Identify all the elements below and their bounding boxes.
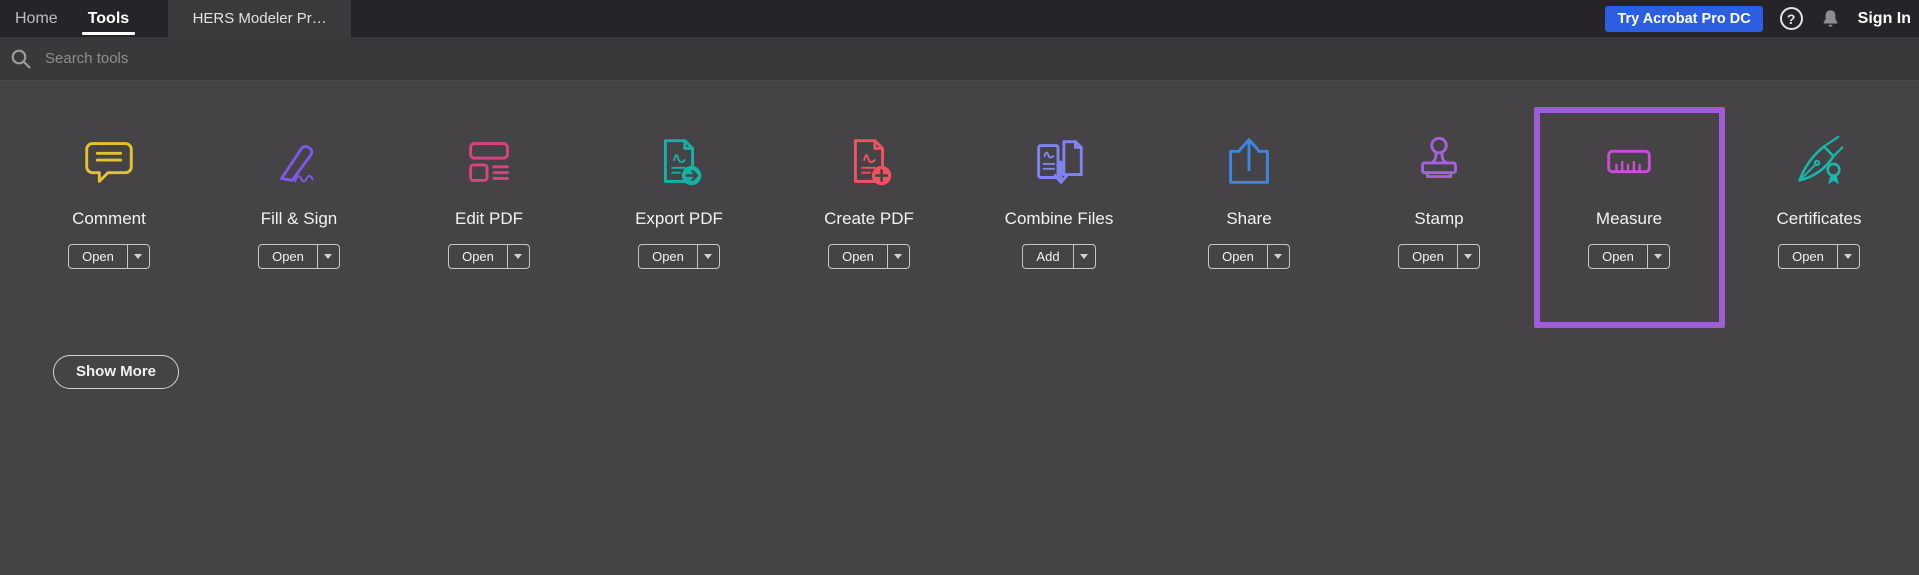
create-pdf-icon — [837, 130, 901, 194]
sign-in-button[interactable]: Sign In — [1858, 10, 1911, 28]
open-button-label[interactable]: Open — [69, 245, 128, 268]
chevron-down-icon[interactable] — [1838, 245, 1859, 268]
open-button[interactable]: Open — [1398, 244, 1480, 269]
open-button-label[interactable]: Open — [1589, 245, 1648, 268]
open-button[interactable]: Open — [1778, 244, 1860, 269]
open-button-label[interactable]: Open — [829, 245, 888, 268]
chevron-down-icon[interactable] — [508, 245, 529, 268]
open-button-label[interactable]: Open — [1399, 245, 1458, 268]
tool-tile[interactable]: Export PDF Open — [584, 104, 774, 328]
tool-label: Combine Files — [1004, 209, 1114, 228]
tool-tile[interactable]: Combine Files Add — [964, 104, 1154, 328]
open-button-label[interactable]: Open — [449, 245, 508, 268]
tab-home[interactable]: Home — [0, 0, 73, 37]
chevron-down-icon[interactable] — [1074, 245, 1095, 268]
open-button-label[interactable]: Add — [1023, 245, 1074, 268]
tool-label: Stamp — [1414, 209, 1464, 228]
open-button-label[interactable]: Open — [1779, 245, 1838, 268]
search-icon — [9, 47, 33, 71]
try-acrobat-pro-button[interactable]: Try Acrobat Pro DC — [1605, 5, 1763, 32]
help-icon[interactable] — [1779, 7, 1803, 30]
tool-tile[interactable]: Create PDF Open — [774, 104, 964, 328]
chevron-down-icon[interactable] — [1268, 245, 1289, 268]
tool-label: Measure — [1595, 209, 1663, 228]
comment-bubble-icon — [77, 130, 141, 194]
stamp-icon — [1407, 130, 1471, 194]
chevron-down-icon[interactable] — [888, 245, 909, 268]
chevron-down-icon[interactable] — [1648, 245, 1669, 268]
tool-label: Comment — [72, 209, 146, 228]
tool-tile[interactable]: Stamp Open — [1344, 104, 1534, 328]
search-input[interactable] — [45, 50, 465, 67]
chevron-down-icon[interactable] — [318, 245, 339, 268]
top-bar: Home Tools HERS Modeler Pr… Try Acrobat … — [0, 0, 1919, 37]
signature-pen-icon — [267, 130, 331, 194]
certificate-pen-icon — [1787, 130, 1851, 194]
tool-label: Edit PDF — [454, 209, 524, 228]
chevron-down-icon[interactable] — [128, 245, 149, 268]
open-button-label[interactable]: Open — [259, 245, 318, 268]
topbar-right-cluster: Try Acrobat Pro DC Sign In — [1605, 0, 1919, 37]
tool-tile[interactable]: Fill & Sign Open — [204, 104, 394, 328]
share-arrow-icon — [1217, 130, 1281, 194]
chevron-down-icon[interactable] — [698, 245, 719, 268]
export-pdf-icon — [647, 130, 711, 194]
notifications-bell-icon[interactable] — [1820, 8, 1841, 30]
edit-blocks-icon — [457, 130, 521, 194]
open-button[interactable]: Open — [258, 244, 340, 269]
tool-label: Export PDF — [635, 209, 723, 228]
document-tab[interactable]: HERS Modeler Pr… — [168, 0, 352, 37]
chevron-down-icon[interactable] — [1458, 245, 1479, 268]
open-button[interactable]: Open — [1588, 244, 1670, 269]
tool-label: Share — [1226, 209, 1272, 228]
combine-files-icon — [1027, 130, 1091, 194]
tool-tile[interactable]: Edit PDF Open — [394, 104, 584, 328]
tool-label: Certificates — [1776, 209, 1862, 228]
tool-label: Fill & Sign — [260, 209, 338, 228]
open-button[interactable]: Open — [638, 244, 720, 269]
tool-tile-highlighted[interactable]: Measure Open — [1534, 104, 1725, 328]
open-button[interactable]: Open — [1208, 244, 1290, 269]
open-button[interactable]: Open — [448, 244, 530, 269]
tools-row: Comment Open Fill & Sign Open Edit PDF O… — [0, 104, 1919, 328]
open-button[interactable]: Add — [1022, 244, 1096, 269]
open-button[interactable]: Open — [68, 244, 150, 269]
tool-label: Create PDF — [824, 209, 914, 228]
search-bar — [0, 37, 1919, 81]
tool-tile[interactable]: Comment Open — [14, 104, 204, 328]
tool-tile[interactable]: Share Open — [1154, 104, 1344, 328]
tool-tile[interactable]: Certificates Open — [1724, 104, 1914, 328]
open-button[interactable]: Open — [828, 244, 910, 269]
open-button-label[interactable]: Open — [639, 245, 698, 268]
ruler-icon — [1597, 130, 1661, 194]
show-more-button[interactable]: Show More — [53, 355, 180, 389]
tab-tools[interactable]: Tools — [73, 0, 144, 37]
open-button-label[interactable]: Open — [1209, 245, 1268, 268]
